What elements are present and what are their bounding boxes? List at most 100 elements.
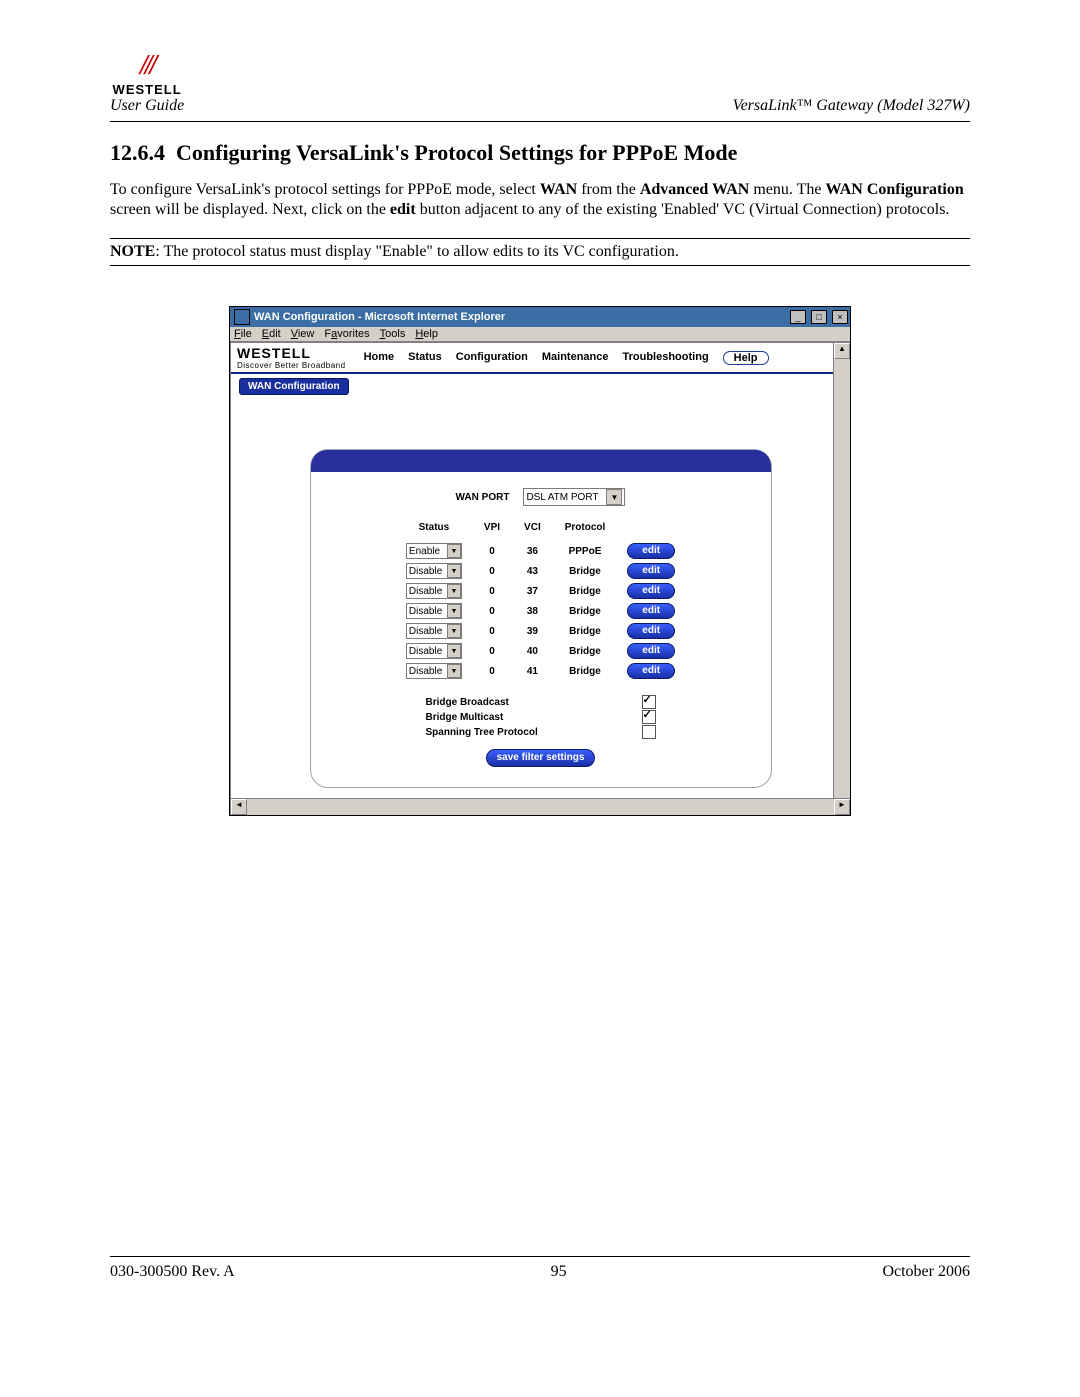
westell-logo-text: WESTELL	[113, 82, 182, 97]
edit-button[interactable]: edit	[627, 623, 675, 639]
col-vci: VCI	[512, 520, 553, 541]
status-value: Disable	[409, 666, 442, 677]
scroll-up-icon[interactable]: ▲	[834, 343, 850, 359]
table-row: Disable▼040Bridgeedit	[396, 641, 685, 661]
status-select[interactable]: Disable▼	[406, 623, 462, 639]
footer-right: October 2006	[882, 1263, 970, 1281]
brand-tagline: Discover Better Broadband	[237, 361, 346, 370]
status-select[interactable]: Disable▼	[406, 663, 462, 679]
nav-home[interactable]: Home	[364, 351, 395, 365]
nav-status[interactable]: Status	[408, 351, 442, 365]
maximize-button[interactable]: □	[811, 310, 827, 324]
opt-bridge-broadcast-label: Bridge Broadcast	[426, 697, 509, 708]
menu-favorites[interactable]: Favorites	[324, 328, 369, 340]
vpi-cell: 0	[472, 661, 512, 681]
status-select[interactable]: Disable ▼	[406, 603, 462, 619]
ie-window: WAN Configuration - Microsoft Internet E…	[229, 306, 851, 816]
menu-view[interactable]: View	[291, 328, 315, 340]
ie-app-icon	[234, 309, 250, 325]
status-value: Disable	[409, 586, 442, 597]
table-row: Disable▼043Bridgeedit	[396, 561, 685, 581]
table-row: Disable ▼ 037Bridge edit	[396, 581, 685, 601]
table-row: Disable▼038Bridgeedit	[396, 601, 685, 621]
vci-cell: 37	[512, 581, 553, 601]
close-button[interactable]: ×	[832, 310, 848, 324]
page-footer: 030-300500 Rev. A 95 October 2006	[110, 1256, 970, 1281]
status-select[interactable]: Disable ▼	[406, 583, 462, 599]
edit-button[interactable]: edit	[627, 563, 675, 579]
table-row: Disable▼ 039Bridge edit	[396, 621, 685, 641]
edit-button[interactable]: edit	[627, 583, 675, 599]
vertical-scrollbar[interactable]: ▲	[833, 343, 850, 799]
minimize-button[interactable]: _	[790, 310, 806, 324]
opt-spanning-tree-label: Spanning Tree Protocol	[426, 727, 538, 738]
opt-bridge-broadcast-checkbox[interactable]	[642, 695, 656, 709]
edit-button[interactable]: edit	[627, 603, 675, 619]
titlebar[interactable]: WAN Configuration - Microsoft Internet E…	[230, 307, 850, 327]
scroll-right-icon[interactable]: ►	[834, 799, 850, 815]
protocol-cell: Bridge	[553, 581, 618, 601]
chevron-down-icon: ▼	[447, 584, 461, 598]
chevron-down-icon: ▼	[447, 544, 461, 558]
nav-help[interactable]: Help	[723, 351, 769, 365]
menu-help[interactable]: Help	[415, 328, 438, 340]
menu-tools[interactable]: Tools	[380, 328, 406, 340]
status-select[interactable]: Disable ▼	[406, 643, 462, 659]
chevron-down-icon: ▼	[606, 489, 622, 505]
status-select[interactable]: Enable▼	[406, 543, 462, 559]
chevron-down-icon: ▼	[447, 624, 461, 638]
panel-header-bar	[311, 450, 771, 472]
footer-center: 95	[551, 1263, 567, 1281]
brand-block: WESTELL Discover Better Broadband	[237, 345, 346, 370]
vci-cell: 36	[512, 541, 553, 561]
menu-edit[interactable]: Edit	[262, 328, 281, 340]
table-row: Disable▼041Bridgeedit	[396, 661, 685, 681]
westell-logo-icon: ///	[140, 50, 154, 82]
nav-troubleshooting[interactable]: Troubleshooting	[623, 351, 709, 365]
wanport-select[interactable]: DSL ATM PORT ▼	[523, 488, 625, 506]
intro-paragraph: To configure VersaLink's protocol settin…	[110, 180, 970, 220]
footer-left: 030-300500 Rev. A	[110, 1263, 235, 1281]
wanport-label: WAN PORT	[456, 492, 510, 503]
window-title: WAN Configuration - Microsoft Internet E…	[254, 311, 788, 323]
vpi-cell: 0	[472, 581, 512, 601]
header-rule	[110, 121, 970, 122]
edit-button[interactable]: edit	[627, 643, 675, 659]
edit-button[interactable]: edit	[627, 663, 675, 679]
save-filter-settings-button[interactable]: save filter settings	[486, 749, 596, 767]
nav-maintenance[interactable]: Maintenance	[542, 351, 609, 365]
header-right: VersaLink™ Gateway (Model 327W)	[733, 97, 970, 115]
col-status: Status	[396, 520, 472, 541]
opt-spanning-tree-checkbox[interactable]	[642, 725, 656, 739]
chevron-down-icon: ▼	[447, 604, 461, 618]
vci-cell: 40	[512, 641, 553, 661]
protocol-cell: Bridge	[553, 621, 618, 641]
table-row: Enable▼ 036PPPoE edit	[396, 541, 685, 561]
brand-name: WESTELL	[237, 345, 346, 361]
protocol-cell: PPPoE	[553, 541, 618, 561]
status-value: Disable	[409, 606, 442, 617]
breadcrumb-wan-configuration[interactable]: WAN Configuration	[239, 378, 349, 395]
status-select[interactable]: Disable▼	[406, 563, 462, 579]
vpi-cell: 0	[472, 641, 512, 661]
vci-cell: 38	[512, 601, 553, 621]
edit-button[interactable]: edit	[627, 543, 675, 559]
menu-file[interactable]: File	[234, 328, 252, 340]
protocol-cell: Bridge	[553, 661, 618, 681]
scroll-left-icon[interactable]: ◄	[231, 799, 247, 815]
opt-bridge-multicast-label: Bridge Multicast	[426, 712, 504, 723]
wanport-value: DSL ATM PORT	[526, 492, 598, 503]
chevron-down-icon: ▼	[447, 644, 461, 658]
status-value: Disable	[409, 646, 442, 657]
horizontal-scrollbar[interactable]: ◄ ►	[231, 798, 850, 815]
vpi-cell: 0	[472, 541, 512, 561]
vci-cell: 39	[512, 621, 553, 641]
opt-bridge-multicast-checkbox[interactable]	[642, 710, 656, 724]
nav-configuration[interactable]: Configuration	[456, 351, 528, 365]
section-heading: 12.6.4 Configuring VersaLink's Protocol …	[110, 140, 970, 166]
vc-table: Status VPI VCI Protocol Enable▼036PPPoEe…	[396, 520, 685, 681]
col-protocol: Protocol	[553, 520, 618, 541]
vpi-cell: 0	[472, 621, 512, 641]
vpi-cell: 0	[472, 561, 512, 581]
vci-cell: 43	[512, 561, 553, 581]
